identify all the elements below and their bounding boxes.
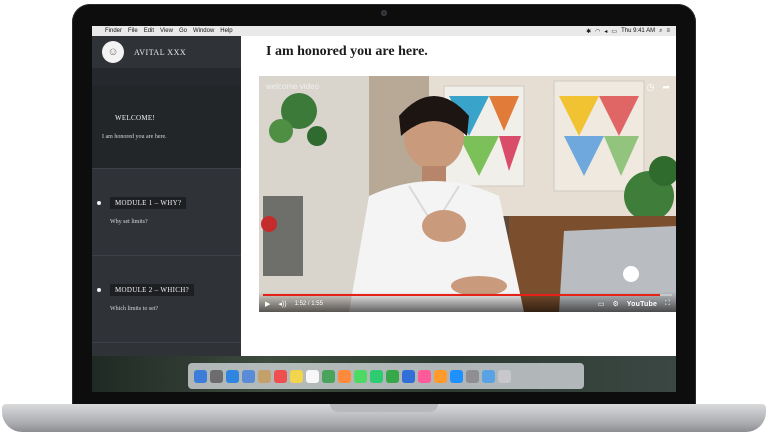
launchpad-icon[interactable] bbox=[210, 369, 223, 383]
calendar-icon[interactable] bbox=[274, 369, 287, 383]
menu-help[interactable]: Help bbox=[217, 28, 235, 34]
menu-bar: Finder File Edit View Go Window Help ✱ ◠… bbox=[92, 26, 676, 36]
photos-icon[interactable] bbox=[338, 369, 351, 383]
sidebar-item-module-1[interactable]: MODULE 1 – WHY? Why set limits? bbox=[92, 169, 241, 256]
preferences-icon[interactable] bbox=[466, 369, 479, 383]
menu-finder[interactable]: Finder bbox=[102, 28, 125, 34]
menu-edit[interactable]: Edit bbox=[141, 28, 157, 34]
module-title: MODULE 1 – WHY? bbox=[110, 197, 187, 209]
sidebar-header: ☺ AVITAL XXX bbox=[92, 36, 241, 68]
mail-icon[interactable] bbox=[242, 369, 255, 383]
video-title[interactable]: welcome video bbox=[266, 82, 319, 91]
menu-file[interactable]: File bbox=[125, 28, 141, 34]
share-icon[interactable]: ➦ bbox=[662, 82, 670, 93]
spotlight-icon[interactable]: ⌕ bbox=[659, 28, 662, 35]
notes-icon[interactable] bbox=[290, 369, 303, 383]
folder-icon[interactable] bbox=[482, 369, 495, 383]
play-icon[interactable]: ▶ bbox=[265, 300, 270, 308]
trash-icon[interactable] bbox=[498, 369, 511, 383]
app-store-icon[interactable] bbox=[450, 369, 463, 383]
user-name: AVITAL XXX bbox=[134, 47, 187, 57]
video-top-controls: ◷ ➦ bbox=[647, 82, 670, 93]
module-subtitle: I am honored you are here. bbox=[102, 134, 167, 140]
module-title: MODULE 2 – WHICH? bbox=[110, 284, 194, 296]
maps-icon[interactable] bbox=[322, 369, 335, 383]
wifi-icon[interactable]: ◠ bbox=[595, 28, 600, 35]
video-time: 1:52 / 1:55 bbox=[294, 301, 323, 307]
contacts-icon[interactable] bbox=[258, 369, 271, 383]
sidebar-item-module-2[interactable]: MODULE 2 – WHICH? Which limits to set? bbox=[92, 256, 241, 343]
dock bbox=[188, 363, 584, 389]
notification-center-icon[interactable]: ≡ bbox=[666, 28, 670, 34]
volume-icon[interactable]: ◂ bbox=[604, 28, 607, 35]
volume-icon[interactable]: ◂)) bbox=[278, 300, 286, 308]
sidebar-item-welcome[interactable]: WELCOME! I am honored you are here. bbox=[92, 86, 241, 169]
itunes-icon[interactable] bbox=[418, 369, 431, 383]
menu-view[interactable]: View bbox=[157, 28, 176, 34]
fullscreen-icon[interactable]: ⛶ bbox=[665, 300, 670, 308]
safari-icon[interactable] bbox=[226, 369, 239, 383]
ibooks-icon[interactable] bbox=[434, 369, 447, 383]
module-subtitle: Why set limits? bbox=[110, 219, 148, 225]
main-content: I am honored you are here. welcome video… bbox=[241, 36, 676, 356]
module-subtitle: Which limits to set? bbox=[110, 306, 159, 312]
avatar[interactable]: ☺ bbox=[102, 41, 124, 63]
keynote-icon[interactable] bbox=[402, 369, 415, 383]
sidebar: ☺ AVITAL XXX WELCOME! I am honored you a… bbox=[92, 36, 241, 356]
clock[interactable]: Thu 9:41 AM bbox=[621, 28, 655, 34]
youtube-logo[interactable]: YouTube bbox=[627, 301, 657, 308]
bullet-icon bbox=[97, 201, 101, 205]
webcam bbox=[381, 10, 387, 16]
module-title: WELCOME! bbox=[115, 114, 156, 122]
bullet-icon bbox=[97, 288, 101, 292]
settings-icon[interactable]: ⚙ bbox=[613, 300, 619, 308]
watch-later-icon[interactable]: ◷ bbox=[647, 82, 655, 93]
laptop-notch bbox=[330, 404, 438, 412]
control-row: ▶ ◂)) 1:52 / 1:55 ▭ ⚙ YouTube ⛶ bbox=[265, 299, 670, 309]
progress-fill bbox=[263, 294, 660, 296]
sidebar-divider bbox=[92, 68, 241, 86]
video-frame bbox=[259, 76, 676, 312]
finder-icon[interactable] bbox=[194, 369, 207, 383]
captions-icon[interactable]: ▭ bbox=[598, 300, 605, 308]
menu-window[interactable]: Window bbox=[190, 28, 217, 34]
menu-go[interactable]: Go bbox=[176, 28, 190, 34]
screen: Finder File Edit View Go Window Help ✱ ◠… bbox=[92, 26, 676, 392]
reminders-icon[interactable] bbox=[306, 369, 319, 383]
page-title: I am honored you are here. bbox=[266, 44, 428, 59]
facetime-icon[interactable] bbox=[370, 369, 383, 383]
numbers-icon[interactable] bbox=[386, 369, 399, 383]
video-player[interactable]: welcome video ◷ ➦ ▶ ◂)) 1:52 / 1:55 ▭ ⚙ … bbox=[259, 76, 676, 312]
bluetooth-icon[interactable]: ✱ bbox=[586, 28, 591, 35]
video-controls: ▶ ◂)) 1:52 / 1:55 ▭ ⚙ YouTube ⛶ bbox=[259, 292, 676, 312]
progress-track[interactable] bbox=[263, 294, 672, 296]
messages-icon[interactable] bbox=[354, 369, 367, 383]
battery-icon[interactable]: ▭ bbox=[611, 28, 617, 35]
